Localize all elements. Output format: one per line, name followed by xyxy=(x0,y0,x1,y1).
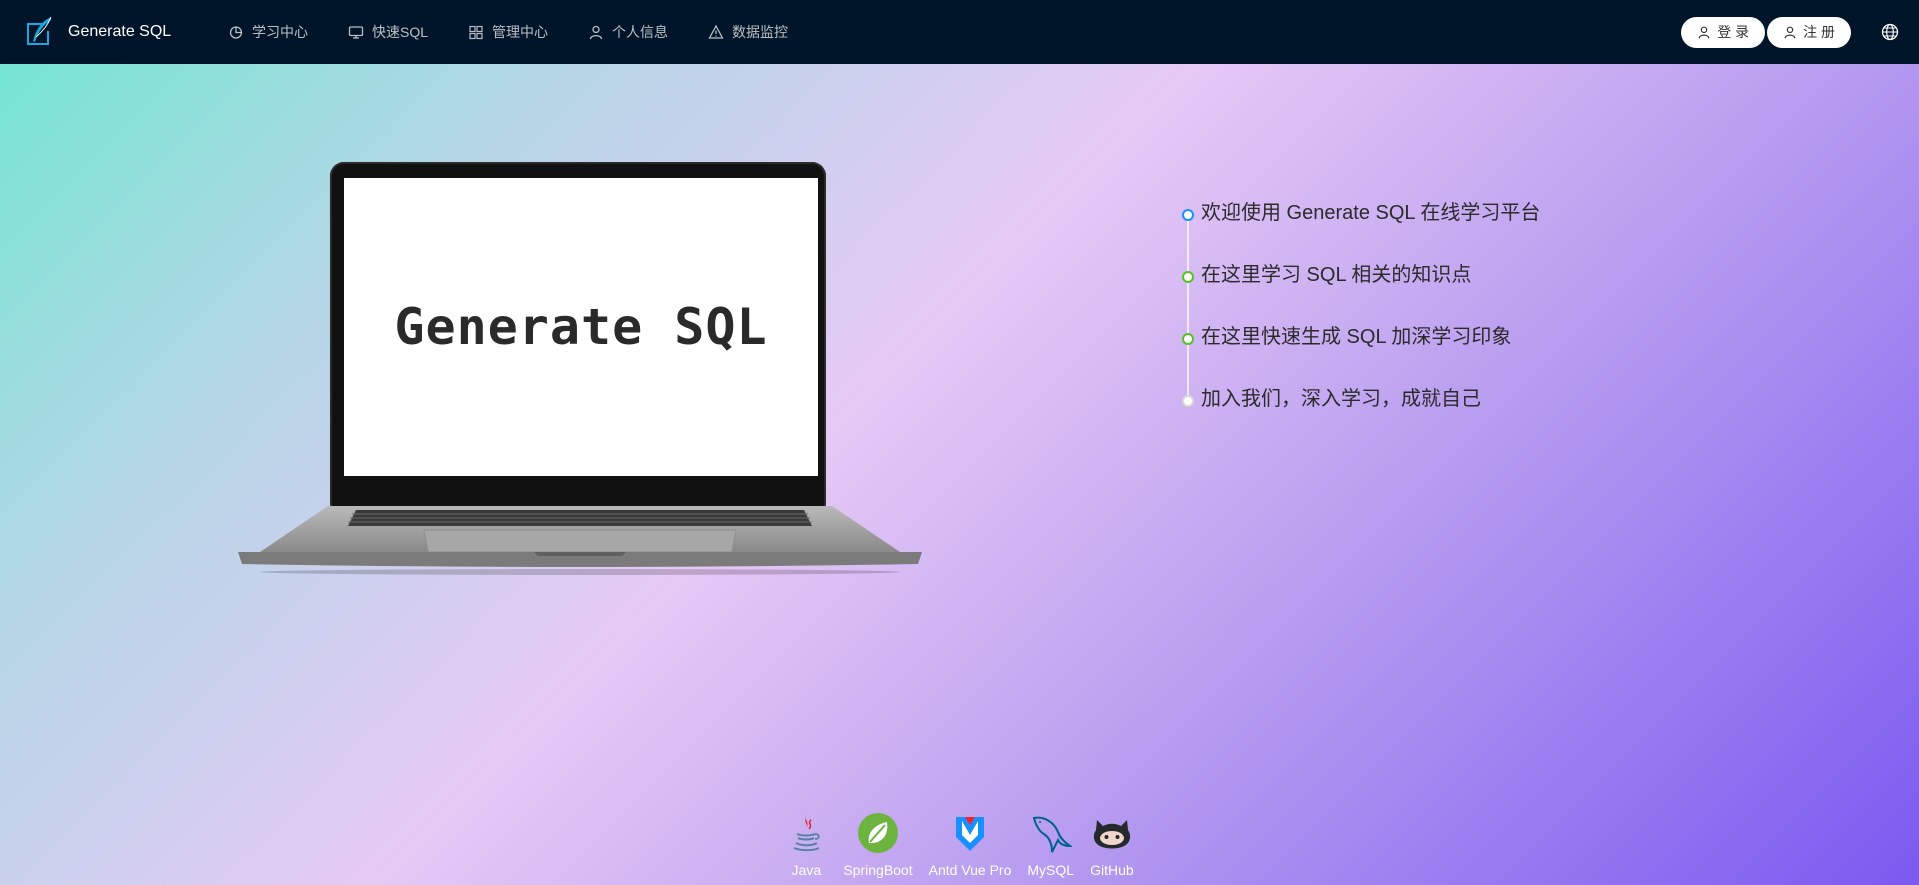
main-menu: 学习中心 快速SQL 管理中心 个人信息 数据监控 xyxy=(228,0,828,64)
laptop-base xyxy=(238,506,922,575)
brand-title: Generate SQL xyxy=(68,23,172,40)
header-actions: 登 录 注 册 xyxy=(1679,0,1919,64)
hero-laptop-image: Generate SQL xyxy=(238,160,922,575)
spring-leaf-icon xyxy=(857,812,899,854)
globe-icon[interactable] xyxy=(1881,23,1899,41)
login-button[interactable]: 登 录 xyxy=(1681,16,1766,48)
tech-label: MySQL xyxy=(1027,862,1075,878)
timeline-dot xyxy=(1182,333,1194,345)
mysql-dolphin-icon xyxy=(1030,812,1072,854)
tech-github[interactable]: GitHub xyxy=(1090,812,1134,878)
tech-java[interactable]: Java xyxy=(785,812,827,878)
top-navbar: Generate SQL 学习中心 快速SQL 管理中心 个人信息 数据监控 登… xyxy=(0,0,1919,64)
timeline-dot xyxy=(1182,209,1194,221)
tech-label: Antd Vue Pro xyxy=(928,862,1012,878)
timeline-text: 欢迎使用 Generate SQL 在线学习平台 xyxy=(1201,202,1541,224)
feather-pen-icon xyxy=(24,15,54,49)
java-icon xyxy=(785,812,827,854)
user-icon xyxy=(1783,25,1797,39)
menu-item-quick-sql[interactable]: 快速SQL xyxy=(348,22,428,42)
menu-item-label: 快速SQL xyxy=(372,24,429,40)
tech-antd-vue-pro[interactable]: Antd Vue Pro xyxy=(928,812,1012,878)
antd-vue-icon xyxy=(949,812,991,854)
register-button[interactable]: 注 册 xyxy=(1767,16,1851,48)
tech-label: GitHub xyxy=(1090,862,1134,878)
timeline-item: 欢迎使用 Generate SQL 在线学习平台 xyxy=(1180,200,1600,262)
menu-item-label: 数据监控 xyxy=(732,24,789,40)
menu-item-learning-center[interactable]: 学习中心 xyxy=(228,22,308,42)
grid-icon xyxy=(468,24,484,40)
timeline-dot xyxy=(1182,395,1194,407)
tech-springboot[interactable]: SpringBoot xyxy=(843,812,913,878)
menu-item-admin-center[interactable]: 管理中心 xyxy=(468,22,548,42)
menu-item-label: 个人信息 xyxy=(612,24,669,40)
user-icon xyxy=(1697,25,1711,39)
menu-item-data-monitor[interactable]: 数据监控 xyxy=(708,22,788,42)
tech-label: SpringBoot xyxy=(843,862,913,878)
timeline-text: 在这里学习 SQL 相关的知识点 xyxy=(1201,264,1472,286)
menu-item-label: 管理中心 xyxy=(492,24,549,40)
menu-item-label: 学习中心 xyxy=(252,24,308,40)
tech-label: Java xyxy=(791,862,822,878)
login-label: 登 录 xyxy=(1717,24,1750,40)
tech-mysql[interactable]: MySQL xyxy=(1027,812,1074,878)
timeline-item: 在这里学习 SQL 相关的知识点 xyxy=(1180,262,1600,324)
menu-item-profile[interactable]: 个人信息 xyxy=(588,22,668,42)
chart-pie-icon xyxy=(228,24,244,40)
tech-stack-row: Java SpringBoot Antd Vue Pro MySQL GitHu… xyxy=(0,812,1919,878)
timeline-dot xyxy=(1182,271,1194,283)
laptop-screen: Generate SQL xyxy=(344,178,818,476)
feature-timeline: 欢迎使用 Generate SQL 在线学习平台 在这里学习 SQL 相关的知识… xyxy=(1180,200,1600,448)
timeline-item: 加入我们，深入学习，成就自己 xyxy=(1180,386,1600,448)
timeline-text: 加入我们，深入学习，成就自己 xyxy=(1201,388,1481,410)
user-icon xyxy=(588,24,604,40)
timeline-item: 在这里快速生成 SQL 加深学习印象 xyxy=(1180,324,1600,386)
warning-triangle-icon xyxy=(708,24,724,40)
timeline-text: 在这里快速生成 SQL 加深学习印象 xyxy=(1201,326,1512,348)
brand[interactable]: Generate SQL xyxy=(24,15,204,49)
github-octocat-icon xyxy=(1091,812,1133,854)
laptop-screen-text: Generate SQL xyxy=(394,298,768,356)
desktop-icon xyxy=(348,24,364,40)
register-label: 注 册 xyxy=(1803,24,1835,40)
